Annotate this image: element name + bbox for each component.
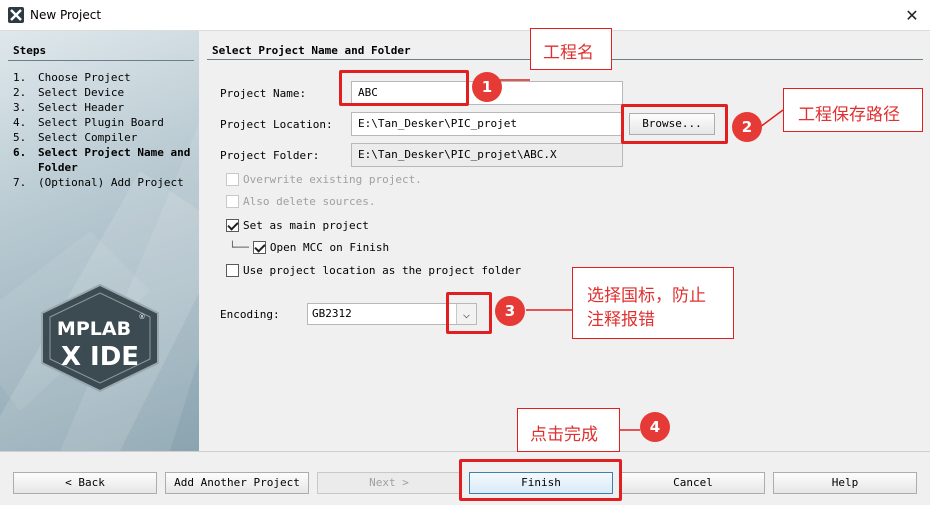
callout-text: 注释报错 bbox=[587, 310, 655, 330]
close-icon: ✕ bbox=[905, 6, 919, 25]
use-location-label: Use project location as the project fold… bbox=[243, 264, 522, 277]
step-item: 7. (Optional) Add Project bbox=[13, 176, 184, 189]
steps-sidebar: Steps 1. Choose Project 2. Select Device 3… bbox=[0, 31, 199, 451]
cancel-button[interactable]: Cancel bbox=[621, 472, 765, 494]
main-project-checkbox[interactable] bbox=[226, 219, 239, 232]
logo-text-bottom: X IDE bbox=[61, 342, 139, 372]
step-item: 3. Select Header bbox=[13, 101, 125, 114]
help-button[interactable]: Help bbox=[773, 472, 917, 494]
open-mcc-label: Open MCC on Finish bbox=[269, 241, 390, 254]
step-badge-3: 3 bbox=[495, 296, 525, 326]
step-item: 1. Choose Project bbox=[13, 71, 131, 84]
logo-registered-mark: ® bbox=[139, 313, 146, 321]
callout-text: 选择国标，防止 bbox=[587, 286, 706, 306]
step-badge-1: 1 bbox=[472, 72, 502, 102]
window-title: New Project bbox=[30, 8, 102, 22]
delete-sources-checkbox[interactable] bbox=[226, 195, 239, 208]
step-item: 2. Select Device bbox=[13, 86, 125, 99]
overwrite-checkbox[interactable] bbox=[226, 173, 239, 186]
overwrite-checkbox-row: Overwrite existing project. bbox=[226, 173, 422, 186]
step-item-current: 6. Select Project Name and Folder bbox=[13, 146, 191, 174]
tree-connector: └── bbox=[229, 241, 249, 254]
highlight-project-name bbox=[339, 70, 469, 106]
main-project-checkbox-row: Set as main project bbox=[226, 219, 369, 232]
callout-encoding: 选择国标，防止 注释报错 bbox=[572, 267, 734, 339]
open-mcc-checkbox-row: └── Open MCC on Finish bbox=[229, 241, 389, 254]
step-badge-2: 2 bbox=[732, 112, 762, 142]
steps-divider bbox=[8, 60, 194, 61]
logo-text-top: MPLAB bbox=[57, 318, 131, 340]
close-window-button[interactable]: ✕ bbox=[894, 0, 930, 31]
project-name-label: Project Name: bbox=[220, 87, 307, 100]
callout-save-path: 工程保存路径 bbox=[783, 88, 923, 132]
encoding-label: Encoding: bbox=[220, 308, 280, 321]
project-location-label: Project Location: bbox=[220, 118, 333, 131]
add-another-project-button[interactable]: Add Another Project bbox=[165, 472, 309, 494]
back-button[interactable]: < Back bbox=[13, 472, 157, 494]
callout-text: 工程保存路径 bbox=[798, 105, 900, 125]
callout-text: 点击完成 bbox=[530, 425, 598, 445]
page-title: Select Project Name and Folder bbox=[212, 44, 411, 57]
project-location-input[interactable]: E:\Tan_Desker\PIC_projet bbox=[351, 112, 623, 136]
callout-project-name: 工程名 bbox=[530, 28, 612, 70]
mplab-x-ide-logo: MPLAB ® X IDE bbox=[41, 283, 159, 393]
callout-finish: 点击完成 bbox=[517, 408, 620, 452]
highlight-encoding bbox=[446, 292, 492, 334]
step-item: 4. Select Plugin Board bbox=[13, 116, 164, 129]
open-mcc-checkbox[interactable] bbox=[252, 241, 266, 254]
mplab-x-icon bbox=[8, 7, 24, 23]
step-item: 5. Select Compiler bbox=[13, 131, 138, 144]
main-project-label: Set as main project bbox=[243, 219, 369, 232]
use-location-checkbox-row: Use project location as the project fold… bbox=[226, 264, 521, 277]
step-badge-4: 4 bbox=[640, 412, 670, 442]
highlight-browse bbox=[621, 104, 728, 144]
use-location-checkbox[interactable] bbox=[226, 264, 239, 277]
title-bar: New Project ✕ bbox=[0, 0, 930, 31]
overwrite-label: Overwrite existing project. bbox=[243, 173, 422, 186]
project-folder-label: Project Folder: bbox=[220, 149, 320, 162]
project-folder-field: E:\Tan_Desker\PIC_projet\ABC.X bbox=[351, 143, 623, 167]
highlight-finish bbox=[459, 459, 622, 501]
next-button[interactable]: Next > bbox=[317, 472, 461, 494]
delete-sources-checkbox-row: Also delete sources. bbox=[226, 195, 375, 208]
delete-sources-label: Also delete sources. bbox=[243, 195, 376, 208]
steps-title: Steps bbox=[13, 44, 47, 57]
encoding-value: GB2312 bbox=[312, 307, 352, 320]
callout-text: 工程名 bbox=[543, 43, 594, 63]
steps-list: 1. Choose Project 2. Select Device 3. Selec… bbox=[13, 70, 193, 190]
